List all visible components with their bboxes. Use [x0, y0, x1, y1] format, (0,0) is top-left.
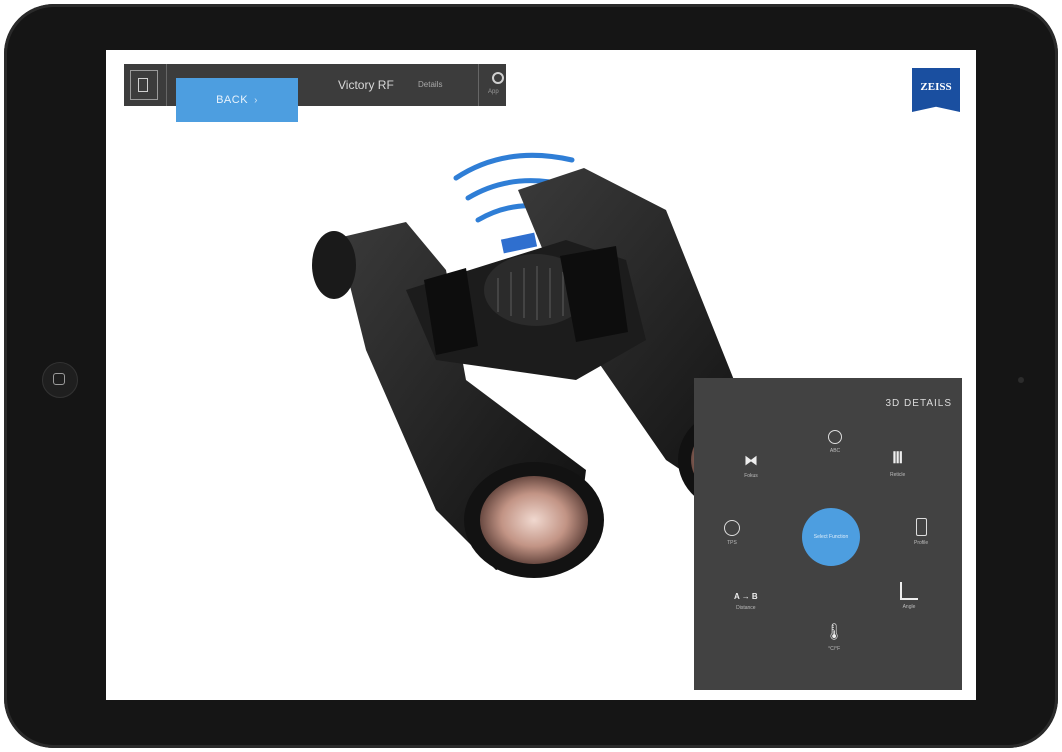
thermometer-icon: 🌡︎ — [824, 624, 845, 641]
model-subtitle: Details — [418, 80, 443, 89]
panel-item-temperature[interactable]: 🌡︎ °C/°F — [824, 622, 844, 652]
panel-item-tps[interactable]: TPS — [724, 520, 740, 546]
menu-icon[interactable] — [130, 70, 158, 100]
zeiss-logo: ZEISS — [912, 68, 960, 112]
panel-title: 3D DETAILS — [885, 398, 952, 409]
details-panel: 3D DETAILS ⧓ Fokus ABC Ⅲ Reticle TPS Sel… — [694, 378, 962, 690]
camera-dot — [1018, 377, 1024, 383]
settings-label: App — [488, 89, 499, 95]
compass-icon — [828, 430, 842, 444]
binocular-icon: ⧓ — [744, 452, 758, 468]
panel-item-angle[interactable]: Angle — [900, 582, 918, 610]
panel-item-profile[interactable]: Profile — [914, 518, 928, 546]
back-label: BACK — [216, 94, 249, 106]
toolbar-divider — [478, 64, 479, 106]
chevron-right-icon: › — [254, 94, 258, 106]
reticle-icon: Ⅲ — [892, 450, 904, 467]
panel-item-distance[interactable]: A → B Distance — [734, 592, 758, 611]
clock-icon — [724, 520, 740, 536]
home-icon — [53, 373, 65, 385]
panel-item-fokus[interactable]: ⧓ Fokus — [744, 452, 758, 479]
app-screen: Victory RF Details App BACK › ZEISS 3D DE… — [106, 50, 976, 700]
panel-item-reticle[interactable]: Ⅲ Reticle — [890, 448, 905, 478]
toolbar-divider — [166, 64, 167, 106]
settings-icon[interactable] — [492, 72, 504, 84]
home-button[interactable] — [42, 362, 78, 398]
select-function-button[interactable]: Select Function — [802, 508, 860, 566]
phone-icon — [915, 518, 927, 536]
panel-item-abc[interactable]: ABC — [828, 430, 842, 454]
model-title: Victory RF — [338, 78, 394, 92]
distance-icon: A → B — [734, 592, 758, 601]
back-button[interactable]: BACK › — [176, 78, 298, 122]
angle-icon — [900, 582, 918, 600]
